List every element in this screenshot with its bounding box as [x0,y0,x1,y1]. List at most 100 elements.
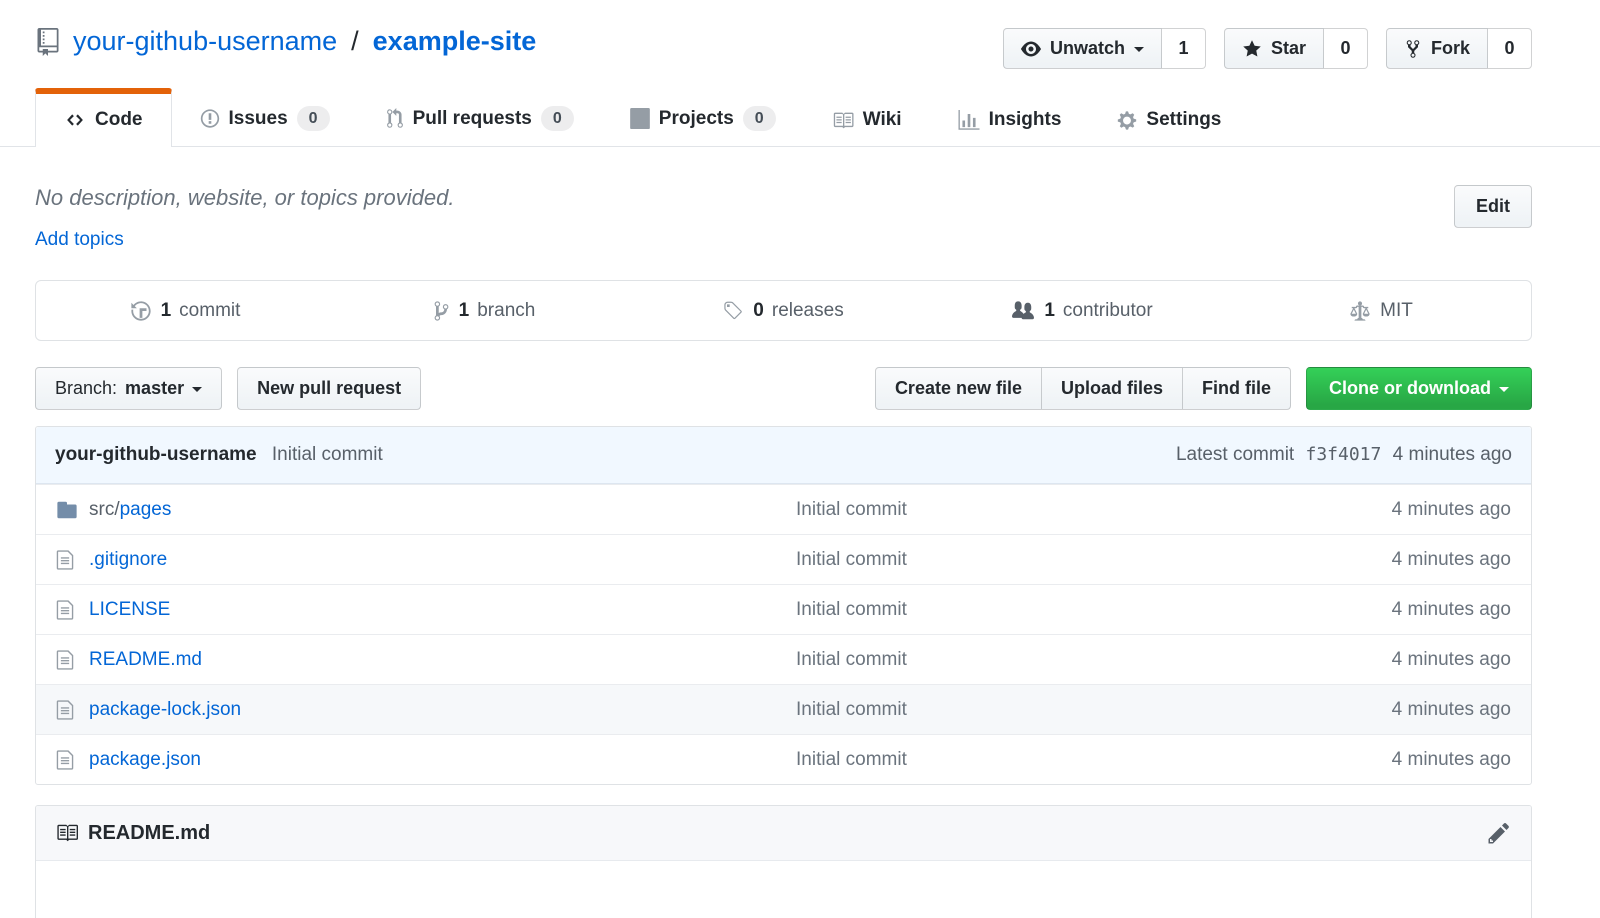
file-link[interactable]: .gitignore [89,549,167,570]
upload-files-button[interactable]: Upload files [1041,367,1183,410]
readme-section: README.md [35,805,1532,918]
chevron-down-icon [192,387,202,397]
file-commit-message[interactable]: Initial commit [796,649,907,670]
latest-commit-info: Latest commit f3f4017 4 minutes ago [1176,444,1512,466]
stars-count[interactable]: 0 [1324,28,1368,69]
chevron-down-icon [1134,47,1144,57]
commit-sha-link[interactable]: f3f4017 [1306,444,1382,465]
unwatch-label: Unwatch [1050,38,1125,59]
add-topics-link[interactable]: Add topics [35,229,124,251]
book-icon [55,822,79,844]
file-row: LICENSE Initial commit 4 minutes ago [36,584,1531,634]
branch-icon [434,300,449,322]
file-commit-message[interactable]: Initial commit [796,499,907,520]
commit-message-link[interactable]: Initial commit [272,444,383,465]
file-row: package.json Initial commit 4 minutes ag… [36,734,1531,784]
chevron-down-icon [1499,387,1509,397]
file-link[interactable]: LICENSE [89,599,170,620]
tab-code-label: Code [95,109,143,131]
tab-wiki[interactable]: Wiki [804,88,930,146]
file-link[interactable]: package.json [89,749,201,770]
file-row: .gitignore Initial commit 4 minutes ago [36,534,1531,584]
file-commit-message[interactable]: Initial commit [796,549,907,570]
file-age: 4 minutes ago [1301,549,1531,571]
file-icon [36,699,82,721]
file-icon [36,599,82,621]
commits-label: commit [179,300,240,322]
watchers-count[interactable]: 1 [1162,28,1206,69]
find-file-button[interactable]: Find file [1182,367,1291,410]
clone-or-download-button[interactable]: Clone or download [1306,367,1532,410]
star-button[interactable]: Star [1224,28,1324,69]
folder-icon [36,499,82,521]
create-new-file-button[interactable]: Create new file [875,367,1042,410]
commits-stat[interactable]: 1 commit [36,300,335,322]
file-link[interactable]: README.md [89,649,202,670]
clone-or-download-label: Clone or download [1329,378,1491,399]
file-link[interactable]: package-lock.json [89,699,241,720]
history-icon [131,300,151,322]
tab-settings[interactable]: Settings [1089,88,1249,146]
commit-tease: your-github-username Initial commit Late… [36,427,1531,484]
commits-count: 1 [161,300,172,322]
readme-content [36,861,1531,918]
contributors-label: contributor [1063,300,1153,322]
repo-stats-bar: 1 commit 1 branch 0 releases 1 contribut… [35,280,1532,341]
file-age: 4 minutes ago [1301,749,1531,771]
forks-count[interactable]: 0 [1488,28,1532,69]
file-icon [36,649,82,671]
file-age: 4 minutes ago [1301,499,1531,521]
file-commit-message[interactable]: Initial commit [796,749,907,770]
releases-stat[interactable]: 0 releases [634,300,933,322]
pencil-icon[interactable] [1486,819,1512,847]
file-age: 4 minutes ago [1301,599,1531,621]
releases-count: 0 [753,300,764,322]
tab-issues-label: Issues [229,108,288,130]
new-pull-request-button[interactable]: New pull request [237,367,421,410]
directory-path-prefix[interactable]: src/ [89,499,120,520]
tab-issues[interactable]: Issues 0 [172,85,358,146]
latest-commit-label: Latest commit [1176,444,1294,465]
contributors-count: 1 [1044,300,1055,322]
tab-code[interactable]: Code [35,88,172,147]
branch-name-label: master [125,378,184,399]
edit-button[interactable]: Edit [1454,185,1532,228]
branches-label: branch [477,300,535,322]
file-commit-message[interactable]: Initial commit [796,699,907,720]
gear-icon [1117,110,1137,131]
file-icon [36,549,82,571]
repo-nav: Code Issues 0 Pull requests 0 Projects 0… [0,85,1600,146]
tag-icon [723,300,743,322]
commit-author-link[interactable]: your-github-username [55,444,257,465]
latest-commit-time: 4 minutes ago [1393,444,1512,465]
unwatch-button[interactable]: Unwatch [1003,28,1162,69]
branches-stat[interactable]: 1 branch [335,300,634,322]
file-row: README.md Initial commit 4 minutes ago [36,634,1531,684]
people-icon [1012,300,1034,322]
eye-icon [1021,39,1041,59]
project-icon [630,108,650,129]
fork-button[interactable]: Fork [1386,28,1488,69]
star-icon [1242,39,1262,59]
repo-owner-link[interactable]: your-github-username [73,26,337,57]
file-row: package-lock.json Initial commit 4 minut… [36,684,1531,734]
license-stat[interactable]: MIT [1232,300,1531,322]
repo-path-separator: / [351,26,359,57]
tab-insights[interactable]: Insights [930,88,1090,146]
file-icon [36,749,82,771]
branches-count: 1 [459,300,470,322]
branch-select-button[interactable]: Branch: master [35,367,222,410]
releases-label: releases [772,300,844,322]
readme-title: README.md [88,822,210,845]
tab-pull-requests-label: Pull requests [413,108,532,130]
license-label: MIT [1380,300,1413,322]
repo-description: No description, website, or topics provi… [35,185,454,211]
repo-name-link[interactable]: example-site [373,26,537,57]
tab-projects[interactable]: Projects 0 [602,85,804,146]
tab-pull-requests[interactable]: Pull requests 0 [358,85,602,146]
contributors-stat[interactable]: 1 contributor [933,300,1232,322]
file-age: 4 minutes ago [1301,649,1531,671]
pull-requests-counter: 0 [541,106,574,131]
file-commit-message[interactable]: Initial commit [796,599,907,620]
directory-link[interactable]: pages [120,499,172,520]
